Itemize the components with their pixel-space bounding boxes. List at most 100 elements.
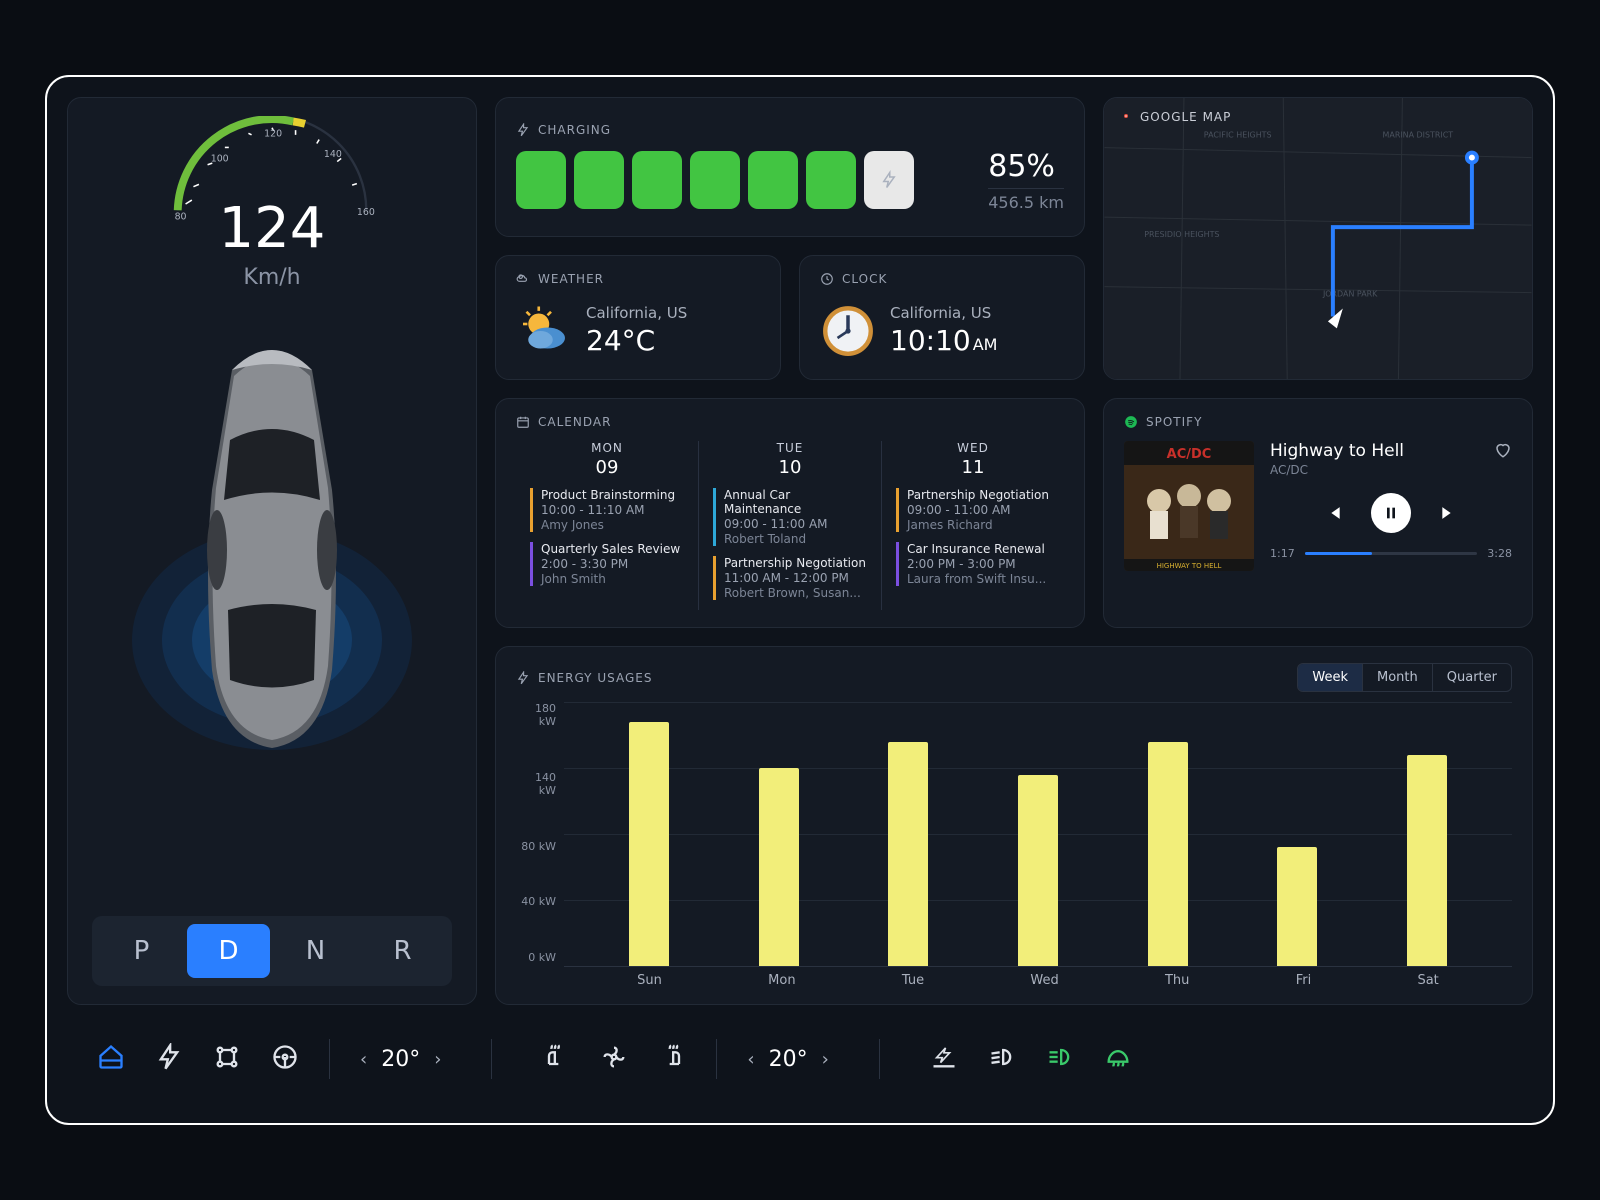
progress-bar[interactable] <box>1305 552 1478 555</box>
x-tick: Sat <box>1417 973 1438 988</box>
map-title: GOOGLE MAP <box>1140 110 1231 124</box>
map-panel[interactable]: GOOGLE MAP PACIFIC HEIGHTS MARINA DISTRI… <box>1103 97 1533 380</box>
clock-face-icon <box>820 303 876 359</box>
car-illustration <box>122 310 422 760</box>
period-quarter-tab[interactable]: Quarter <box>1433 664 1511 691</box>
map-view[interactable]: PACIFIC HEIGHTS MARINA DISTRICT PRESIDIO… <box>1104 98 1532 379</box>
chart-bar[interactable] <box>1018 775 1058 966</box>
x-tick: Wed <box>1030 973 1058 988</box>
apps-icon[interactable] <box>213 1043 241 1075</box>
headlight-high-icon[interactable] <box>1046 1043 1074 1075</box>
chart-bar[interactable] <box>1277 847 1317 966</box>
charging-title: CHARGING <box>538 123 611 137</box>
temp-left-down-button[interactable]: ‹ <box>360 1049 367 1070</box>
weather-location: California, US <box>586 304 687 322</box>
event-person: James Richard <box>907 518 1050 532</box>
spotify-title: SPOTIFY <box>1146 415 1202 429</box>
gear-p-button[interactable]: P <box>100 924 183 978</box>
album-cover[interactable]: AC/DC HIGHWAY TO HELL <box>1124 441 1254 571</box>
divider <box>491 1039 492 1079</box>
seat-heat-left-icon[interactable] <box>542 1043 570 1075</box>
calendar-day-column: TUE10Annual Car Maintenance09:00 - 11:00… <box>699 441 882 610</box>
temp-right-up-button[interactable]: › <box>822 1049 829 1070</box>
chart-y-axis: 180 kW140 kW80 kW40 kW0 kW <box>516 702 564 988</box>
gear-r-button[interactable]: R <box>361 924 444 978</box>
calendar-title: CALENDAR <box>538 415 611 429</box>
charging-title-row: CHARGING <box>516 123 1064 137</box>
gauge-tick-160: 160 <box>357 207 375 218</box>
event-time: 2:00 PM - 3:00 PM <box>907 557 1050 571</box>
temp-left-control: ‹ 20° › <box>360 1047 441 1072</box>
calendar-event[interactable]: Car Insurance Renewal2:00 PM - 3:00 PMLa… <box>896 542 1050 586</box>
event-title: Partnership Negotiation <box>907 488 1050 502</box>
pause-button[interactable] <box>1371 493 1411 533</box>
event-title: Annual Car Maintenance <box>724 488 867 516</box>
steering-icon[interactable] <box>271 1043 299 1075</box>
gear-n-button[interactable]: N <box>274 924 357 978</box>
bolt-icon <box>880 167 898 193</box>
event-title: Partnership Negotiation <box>724 556 867 570</box>
event-person: Robert Toland <box>724 532 867 546</box>
track-total: 3:28 <box>1487 547 1512 560</box>
calendar-event[interactable]: Partnership Negotiation09:00 - 11:00 AMJ… <box>896 488 1050 532</box>
event-person: Amy Jones <box>541 518 684 532</box>
row-calendar-spotify: CALENDAR MON09Product Brainstorming10:00… <box>495 398 1533 628</box>
calendar-event[interactable]: Product Brainstorming10:00 - 11:10 AMAmy… <box>530 488 684 532</box>
spotify-panel: SPOTIFY AC/DC HI <box>1103 398 1533 628</box>
battery-cell-charging <box>864 151 914 209</box>
headlight-low-icon[interactable] <box>988 1043 1016 1075</box>
period-week-tab[interactable]: Week <box>1298 664 1363 691</box>
chart-bar[interactable] <box>1148 742 1188 966</box>
calendar-day-column: WED11Partnership Negotiation09:00 - 11:0… <box>882 441 1064 610</box>
y-tick: 80 kW <box>516 840 556 853</box>
svg-text:HIGHWAY TO HELL: HIGHWAY TO HELL <box>1157 562 1222 570</box>
temp-right-control: ‹ 20° › <box>747 1047 828 1072</box>
track-artist: AC/DC <box>1270 463 1404 477</box>
pause-icon <box>1383 505 1399 521</box>
event-time: 09:00 - 11:00 AM <box>907 503 1050 517</box>
charge-range: 456.5 km <box>988 188 1064 212</box>
energy-panel: ENERGY USAGES Week Month Quarter 180 kW1… <box>495 646 1533 1005</box>
calendar-event[interactable]: Quarterly Sales Review2:00 - 3:30 PMJohn… <box>530 542 684 586</box>
heart-icon[interactable] <box>1494 441 1512 459</box>
home-icon[interactable] <box>97 1043 125 1075</box>
svg-text:JORDAN PARK: JORDAN PARK <box>1322 290 1378 299</box>
calendar-date: 10 <box>713 457 867 478</box>
chart-bar[interactable] <box>1407 755 1447 966</box>
temp-right-down-button[interactable]: ‹ <box>747 1049 754 1070</box>
event-title: Quarterly Sales Review <box>541 542 684 556</box>
prev-track-icon[interactable] <box>1323 503 1343 523</box>
fan-icon[interactable] <box>600 1043 628 1075</box>
vehicle-panel: 80 100 120 140 160 124 Km/h <box>67 97 477 1005</box>
charge-percent: 85% <box>988 149 1064 184</box>
x-tick: Fri <box>1296 973 1312 988</box>
charge-port-icon[interactable] <box>930 1043 958 1075</box>
gear-d-button[interactable]: D <box>187 924 270 978</box>
chart-bar[interactable] <box>629 722 669 966</box>
calendar-event[interactable]: Annual Car Maintenance09:00 - 11:00 AMRo… <box>713 488 867 546</box>
calendar-event[interactable]: Partnership Negotiation11:00 AM - 12:00 … <box>713 556 867 600</box>
calendar-date: 11 <box>896 457 1050 478</box>
chart-bar[interactable] <box>888 742 928 966</box>
next-track-icon[interactable] <box>1439 503 1459 523</box>
defrost-icon[interactable] <box>1104 1043 1132 1075</box>
energy-icon[interactable] <box>155 1043 183 1075</box>
calendar-panel[interactable]: CALENDAR MON09Product Brainstorming10:00… <box>495 398 1085 628</box>
info-column: CHARGING <box>495 97 1533 1005</box>
map-title-row: GOOGLE MAP <box>1120 110 1231 124</box>
chart-x-axis: SunMonTueWedThuFriSat <box>564 967 1512 988</box>
temp-left-value: 20° <box>381 1047 420 1072</box>
sun-cloud-icon <box>516 303 572 359</box>
clock-panel[interactable]: CLOCK California, US 10:10AM <box>799 255 1085 380</box>
period-month-tab[interactable]: Month <box>1363 664 1433 691</box>
weather-title: WEATHER <box>538 272 604 286</box>
chart-bar[interactable] <box>759 768 799 966</box>
calendar-date: 09 <box>530 457 684 478</box>
divider <box>329 1039 330 1079</box>
seat-heat-right-icon[interactable] <box>658 1043 686 1075</box>
gauge-tick-120: 120 <box>264 128 282 139</box>
temp-left-up-button[interactable]: › <box>434 1049 441 1070</box>
clock-icon <box>820 272 834 286</box>
weather-panel[interactable]: WEATHER California, US 24°C <box>495 255 781 380</box>
calendar-day-column: MON09Product Brainstorming10:00 - 11:10 … <box>516 441 699 610</box>
